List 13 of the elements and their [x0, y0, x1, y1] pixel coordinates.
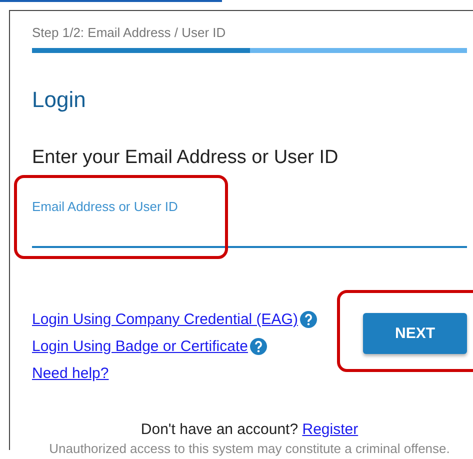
legal-notice: Unauthorized access to this system may constitute a criminal offense.	[48, 441, 451, 456]
register-link[interactable]: Register	[302, 421, 358, 438]
form-heading: Enter your Email Address or User ID	[32, 147, 340, 169]
help-icon[interactable]	[250, 338, 267, 355]
link[interactable]: Login Using Company Credential (EAG)	[32, 311, 298, 328]
login-title: Login	[32, 87, 87, 113]
register-prompt: Don't have an account?	[140, 421, 298, 438]
step-label: Step 1/2: Email Address / User ID	[32, 25, 227, 40]
link[interactable]: Need help?	[32, 365, 109, 382]
help-icon[interactable]	[300, 311, 317, 328]
link[interactable]: Login Using Badge or Certificate	[32, 338, 248, 355]
next-button[interactable]: NEXT	[363, 313, 467, 354]
field-label: Email Address or User ID	[32, 199, 179, 214]
